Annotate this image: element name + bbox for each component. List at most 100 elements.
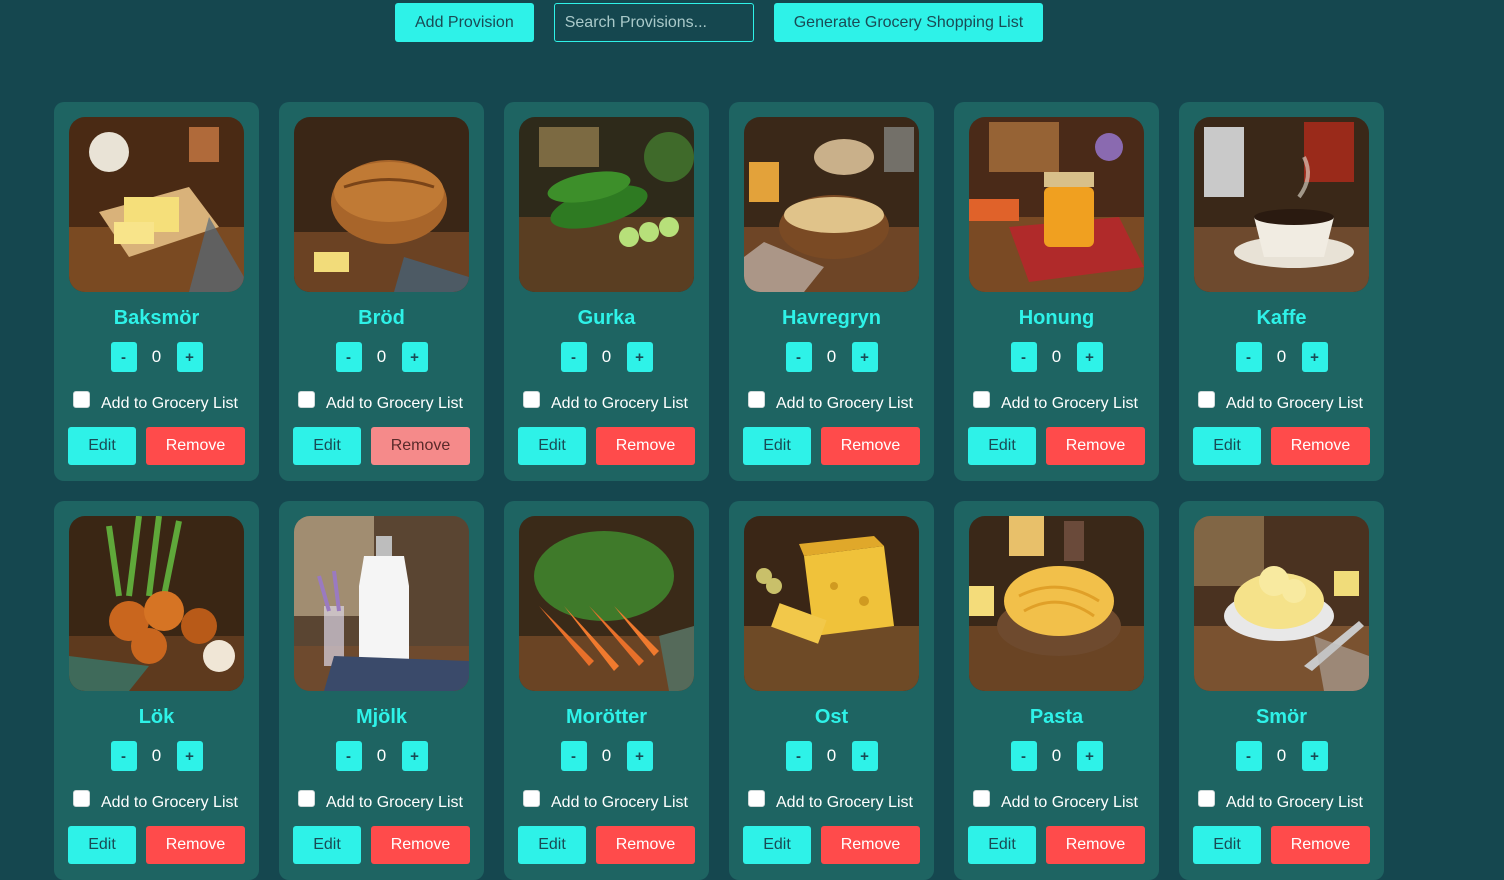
decrement-button[interactable]: - xyxy=(110,342,137,372)
add-to-grocery-checkbox[interactable] xyxy=(973,391,990,408)
remove-button[interactable]: Remove xyxy=(821,826,920,864)
quantity-stepper: - 0 + xyxy=(785,741,878,771)
edit-button[interactable]: Edit xyxy=(68,826,136,864)
card-actions: Edit Remove xyxy=(968,427,1145,465)
add-to-grocery-label: Add to Grocery List xyxy=(551,794,688,811)
add-to-grocery-checkbox[interactable] xyxy=(298,790,315,807)
quantity-stepper: - 0 + xyxy=(335,342,428,372)
increment-button[interactable]: + xyxy=(626,741,653,771)
remove-button[interactable]: Remove xyxy=(371,826,470,864)
provision-card-8: Morötter - 0 + Add to Grocery List Edit … xyxy=(504,501,709,880)
decrement-button[interactable]: - xyxy=(1010,741,1037,771)
decrement-button[interactable]: - xyxy=(110,741,137,771)
card-actions: Edit Remove xyxy=(68,826,245,864)
grocery-list-option: Add to Grocery List xyxy=(523,390,698,413)
provision-name: Honung xyxy=(1018,307,1095,329)
grocery-list-option: Add to Grocery List xyxy=(973,390,1148,413)
edit-button[interactable]: Edit xyxy=(743,826,811,864)
quantity-stepper: - 0 + xyxy=(110,342,203,372)
provision-card-9: Ost - 0 + Add to Grocery List Edit Remov… xyxy=(729,501,934,880)
increment-button[interactable]: + xyxy=(1301,741,1328,771)
decrement-button[interactable]: - xyxy=(1235,342,1262,372)
increment-button[interactable]: + xyxy=(626,342,653,372)
decrement-button[interactable]: - xyxy=(560,741,587,771)
increment-button[interactable]: + xyxy=(176,741,203,771)
quantity-stepper: - 0 + xyxy=(335,741,428,771)
add-to-grocery-checkbox[interactable] xyxy=(1198,790,1215,807)
increment-button[interactable]: + xyxy=(401,342,428,372)
add-to-grocery-checkbox[interactable] xyxy=(973,790,990,807)
increment-button[interactable]: + xyxy=(851,342,878,372)
provision-card-7: Mjölk - 0 + Add to Grocery List Edit Rem… xyxy=(279,501,484,880)
card-actions: Edit Remove xyxy=(1193,427,1370,465)
add-to-grocery-label: Add to Grocery List xyxy=(1001,794,1138,811)
quantity-stepper: - 0 + xyxy=(1235,741,1328,771)
grocery-list-option: Add to Grocery List xyxy=(1198,789,1373,812)
quantity-value: 0 xyxy=(826,746,837,765)
add-to-grocery-checkbox[interactable] xyxy=(523,391,540,408)
toolbar: Add Provision Generate Grocery Shopping … xyxy=(395,3,1044,42)
bread-image xyxy=(294,117,469,292)
remove-button[interactable]: Remove xyxy=(1271,826,1370,864)
edit-button[interactable]: Edit xyxy=(518,427,586,465)
grocery-list-option: Add to Grocery List xyxy=(1198,390,1373,413)
add-to-grocery-label: Add to Grocery List xyxy=(326,794,463,811)
edit-button[interactable]: Edit xyxy=(743,427,811,465)
search-input[interactable] xyxy=(553,3,754,42)
add-to-grocery-label: Add to Grocery List xyxy=(776,794,913,811)
edit-button[interactable]: Edit xyxy=(293,427,361,465)
cucumber-image xyxy=(519,117,694,292)
add-to-grocery-checkbox[interactable] xyxy=(73,391,90,408)
add-to-grocery-checkbox[interactable] xyxy=(73,790,90,807)
quantity-value: 0 xyxy=(151,746,162,765)
remove-button[interactable]: Remove xyxy=(596,826,695,864)
decrement-button[interactable]: - xyxy=(785,342,812,372)
remove-button[interactable]: Remove xyxy=(1046,427,1145,465)
edit-button[interactable]: Edit xyxy=(1193,826,1261,864)
increment-button[interactable]: + xyxy=(851,741,878,771)
decrement-button[interactable]: - xyxy=(1010,342,1037,372)
add-provision-button[interactable]: Add Provision xyxy=(395,3,534,42)
remove-button[interactable]: Remove xyxy=(146,427,245,465)
remove-button[interactable]: Remove xyxy=(821,427,920,465)
provision-name: Lök xyxy=(138,706,175,728)
edit-button[interactable]: Edit xyxy=(1193,427,1261,465)
remove-button[interactable]: Remove xyxy=(1046,826,1145,864)
edit-button[interactable]: Edit xyxy=(293,826,361,864)
generate-grocery-list-button[interactable]: Generate Grocery Shopping List xyxy=(773,3,1044,42)
pasta-image xyxy=(969,516,1144,691)
add-to-grocery-checkbox[interactable] xyxy=(1198,391,1215,408)
add-to-grocery-label: Add to Grocery List xyxy=(326,395,463,412)
edit-button[interactable]: Edit xyxy=(968,427,1036,465)
increment-button[interactable]: + xyxy=(401,741,428,771)
add-to-grocery-checkbox[interactable] xyxy=(748,391,765,408)
grocery-list-option: Add to Grocery List xyxy=(73,390,248,413)
grocery-list-option: Add to Grocery List xyxy=(748,390,923,413)
increment-button[interactable]: + xyxy=(1076,342,1103,372)
decrement-button[interactable]: - xyxy=(785,741,812,771)
decrement-button[interactable]: - xyxy=(560,342,587,372)
remove-button[interactable]: Remove xyxy=(146,826,245,864)
add-to-grocery-checkbox[interactable] xyxy=(748,790,765,807)
quantity-value: 0 xyxy=(1051,746,1062,765)
provision-card-3: Havregryn - 0 + Add to Grocery List Edit… xyxy=(729,102,934,481)
carrot-image xyxy=(519,516,694,691)
edit-button[interactable]: Edit xyxy=(968,826,1036,864)
add-to-grocery-checkbox[interactable] xyxy=(523,790,540,807)
quantity-stepper: - 0 + xyxy=(785,342,878,372)
remove-button[interactable]: Remove xyxy=(596,427,695,465)
remove-button[interactable]: Remove xyxy=(371,427,470,465)
quantity-stepper: - 0 + xyxy=(560,741,653,771)
add-to-grocery-checkbox[interactable] xyxy=(298,391,315,408)
decrement-button[interactable]: - xyxy=(335,741,362,771)
remove-button[interactable]: Remove xyxy=(1271,427,1370,465)
edit-button[interactable]: Edit xyxy=(518,826,586,864)
provision-card-4: Honung - 0 + Add to Grocery List Edit Re… xyxy=(954,102,1159,481)
increment-button[interactable]: + xyxy=(1076,741,1103,771)
increment-button[interactable]: + xyxy=(1301,342,1328,372)
edit-button[interactable]: Edit xyxy=(68,427,136,465)
decrement-button[interactable]: - xyxy=(335,342,362,372)
provision-name: Kaffe xyxy=(1256,307,1307,329)
decrement-button[interactable]: - xyxy=(1235,741,1262,771)
increment-button[interactable]: + xyxy=(176,342,203,372)
